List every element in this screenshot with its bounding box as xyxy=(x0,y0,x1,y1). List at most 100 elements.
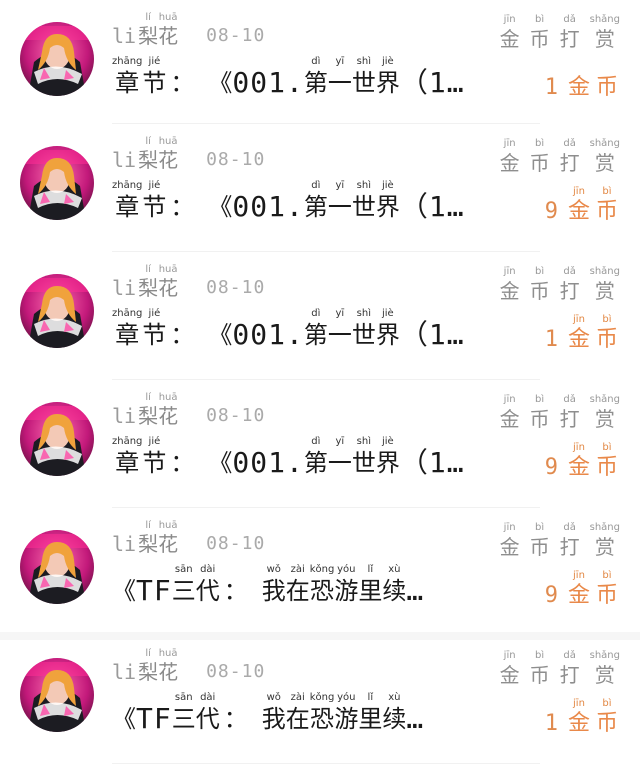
pinyin-annotation: lí xyxy=(145,136,151,147)
hanzi-character: 界 xyxy=(375,321,400,349)
hanzi-character: 花 xyxy=(158,532,179,556)
hanzi-character: 币 xyxy=(595,199,618,224)
pinyin-annotation: zài xyxy=(290,692,305,703)
title-char: lǐ 里 xyxy=(358,564,382,606)
hanzi-character: 币 xyxy=(595,327,618,352)
hanzi-character: 一 xyxy=(327,69,352,97)
coin-unit-char: bì 币 xyxy=(596,698,618,738)
hanzi-character: 赏 xyxy=(594,27,615,51)
tip-label-char: dǎ 打 xyxy=(560,138,580,176)
author-name-char: huā 花 xyxy=(158,136,178,172)
author-name-prefix: li xyxy=(112,404,137,428)
avatar[interactable] xyxy=(20,22,94,96)
gold-coin-tip-label: jīn 金 bì 币 dǎ 打 shǎng 赏 xyxy=(490,394,620,432)
tip-label-char: bì 币 xyxy=(530,138,550,176)
pinyin-annotation: jīn xyxy=(503,138,516,149)
hanzi-character: 币 xyxy=(529,407,550,431)
hanzi-character: 币 xyxy=(529,663,550,687)
tip-label-char: shǎng 赏 xyxy=(590,394,620,432)
pinyin-annotation: bì xyxy=(535,522,545,533)
pinyin-annotation: jīn xyxy=(573,570,585,581)
hanzi-character: 赏 xyxy=(594,535,615,559)
hanzi-character: 梨 xyxy=(138,532,159,556)
avatar[interactable] xyxy=(20,658,94,732)
hanzi-character: 代 xyxy=(195,577,220,605)
chapter-title[interactable]: zhāng 章 jié 节： 《 001. dì 第 yī 一 shì 世 jiè 界（1… xyxy=(112,432,465,478)
pinyin-annotation: jīn xyxy=(503,522,516,533)
title-char: yī 一 xyxy=(328,56,352,98)
avatar[interactable] xyxy=(20,146,94,220)
title-char: shì 世 xyxy=(352,180,376,222)
hanzi-character: 赏 xyxy=(594,279,615,303)
hanzi-character: 节 xyxy=(142,69,167,97)
pinyin-annotation: huā xyxy=(158,264,178,275)
avatar-photo xyxy=(20,658,94,732)
pinyin-annotation: zhāng xyxy=(112,56,143,67)
chapter-title[interactable]: zhāng 章 jié 节： 《 001. dì 第 yī 一 shì 世 jiè 界（1… xyxy=(112,176,465,222)
pinyin-annotation: bì xyxy=(535,14,545,25)
pinyin-annotation: jié xyxy=(148,56,161,67)
chapter-title[interactable]: 《 TF sān 三 dài 代： wǒ 我 zài 在 kǒng 恐 yóu 游 lǐ 里 xù 续… xyxy=(112,688,424,734)
title-char: sān 三 xyxy=(172,692,196,734)
chapter-title[interactable]: zhāng 章 jié 节： 《 001. dì 第 yī 一 shì 世 jiè 界（1… xyxy=(112,304,465,350)
pinyin-annotation: yóu xyxy=(337,564,356,575)
post-date: 08-10 xyxy=(206,25,266,46)
post-date: 08-10 xyxy=(206,661,266,682)
pinyin-annotation: lí xyxy=(145,392,151,403)
avatar[interactable] xyxy=(20,530,94,604)
title-open-bracket: 《 xyxy=(208,449,233,477)
tip-label-char: shǎng 赏 xyxy=(590,522,620,560)
tip-label-char: jīn 金 xyxy=(500,522,520,560)
hanzi-character: 梨 xyxy=(138,660,159,684)
avatar-photo xyxy=(20,530,94,604)
title-char: yī 一 xyxy=(328,180,352,222)
hanzi-character: 在 xyxy=(285,705,310,733)
pinyin-annotation: dì xyxy=(311,308,321,319)
pinyin-annotation: jié xyxy=(148,436,161,447)
hanzi-character: 花 xyxy=(158,24,179,48)
post-date: 08-10 xyxy=(206,533,266,554)
chapter-title[interactable]: zhāng 章 jié 节： 《 001. dì 第 yī 一 shì 世 jiè 界（1… xyxy=(112,52,465,98)
title-ellipsis-tail: … xyxy=(406,574,425,607)
hanzi-character: 赏 xyxy=(594,407,615,431)
chapter-label-char: jié 节 xyxy=(142,180,166,222)
hanzi-character: 章 xyxy=(115,193,140,221)
chapter-title[interactable]: 《 TF sān 三 dài 代： wǒ 我 zài 在 kǒng 恐 yóu 游 lǐ 里 xù 续… xyxy=(112,560,424,606)
title-char: kǒng 恐 xyxy=(310,564,335,606)
title-char: xù 续 xyxy=(382,692,406,734)
pinyin-annotation: wǒ xyxy=(266,564,281,575)
title-open-bracket: 《 xyxy=(208,321,233,349)
title-char: jiè 界 xyxy=(376,180,400,222)
author-line: li lí 梨 huā 花 08-10 xyxy=(112,132,265,172)
hanzi-character: 世 xyxy=(351,193,376,221)
hanzi-character: 章 xyxy=(115,69,140,97)
title-ellipsis-tail: （1… xyxy=(399,318,465,351)
pinyin-annotation: huā xyxy=(158,392,178,403)
title-char: kǒng 恐 xyxy=(310,692,335,734)
author-line: li lí 梨 huā 花 08-10 xyxy=(112,516,265,556)
title-colon: ： xyxy=(170,449,195,477)
tip-amount: 9 jīn 金 bì 币 xyxy=(545,570,618,610)
pinyin-annotation: jiè xyxy=(381,308,394,319)
pinyin-annotation: kǒng xyxy=(309,564,335,575)
title-open-bracket: 《 xyxy=(208,193,233,221)
tip-record-row: li lí 梨 huā 花 08-10 zhāng 章 jié 节： 《 001. dì 第 yī 一 shì 世… xyxy=(0,252,640,380)
coin-unit-char: 金 xyxy=(568,62,590,102)
hanzi-character: 章 xyxy=(115,449,140,477)
hanzi-character: 花 xyxy=(158,148,179,172)
avatar[interactable] xyxy=(20,402,94,476)
tip-record-row: li lí 梨 huā 花 08-10 zhāng 章 jié 节： 《 001. dì 第 yī 一 shì 世… xyxy=(0,124,640,252)
tip-record-row: li lí 梨 huā 花 08-10 《 TF sān 三 dài 代： wǒ 我 zài 在 kǒng 恐 yó… xyxy=(0,508,640,640)
tip-label-char: bì 币 xyxy=(530,650,550,688)
chapter-label-char: zhāng 章 xyxy=(112,56,142,98)
avatar[interactable] xyxy=(20,274,94,348)
chapter-label-char: zhāng 章 xyxy=(112,436,142,478)
hanzi-character: 界 xyxy=(375,69,400,97)
title-colon: ： xyxy=(223,705,248,733)
coin-unit-char: jīn 金 xyxy=(568,698,590,738)
pinyin-annotation: shì xyxy=(356,436,371,447)
author-name-prefix: li xyxy=(112,148,137,172)
pinyin-annotation: bì xyxy=(602,570,612,581)
coin-unit-char: jīn 金 xyxy=(568,442,590,482)
pinyin-annotation: shǎng xyxy=(589,650,620,661)
